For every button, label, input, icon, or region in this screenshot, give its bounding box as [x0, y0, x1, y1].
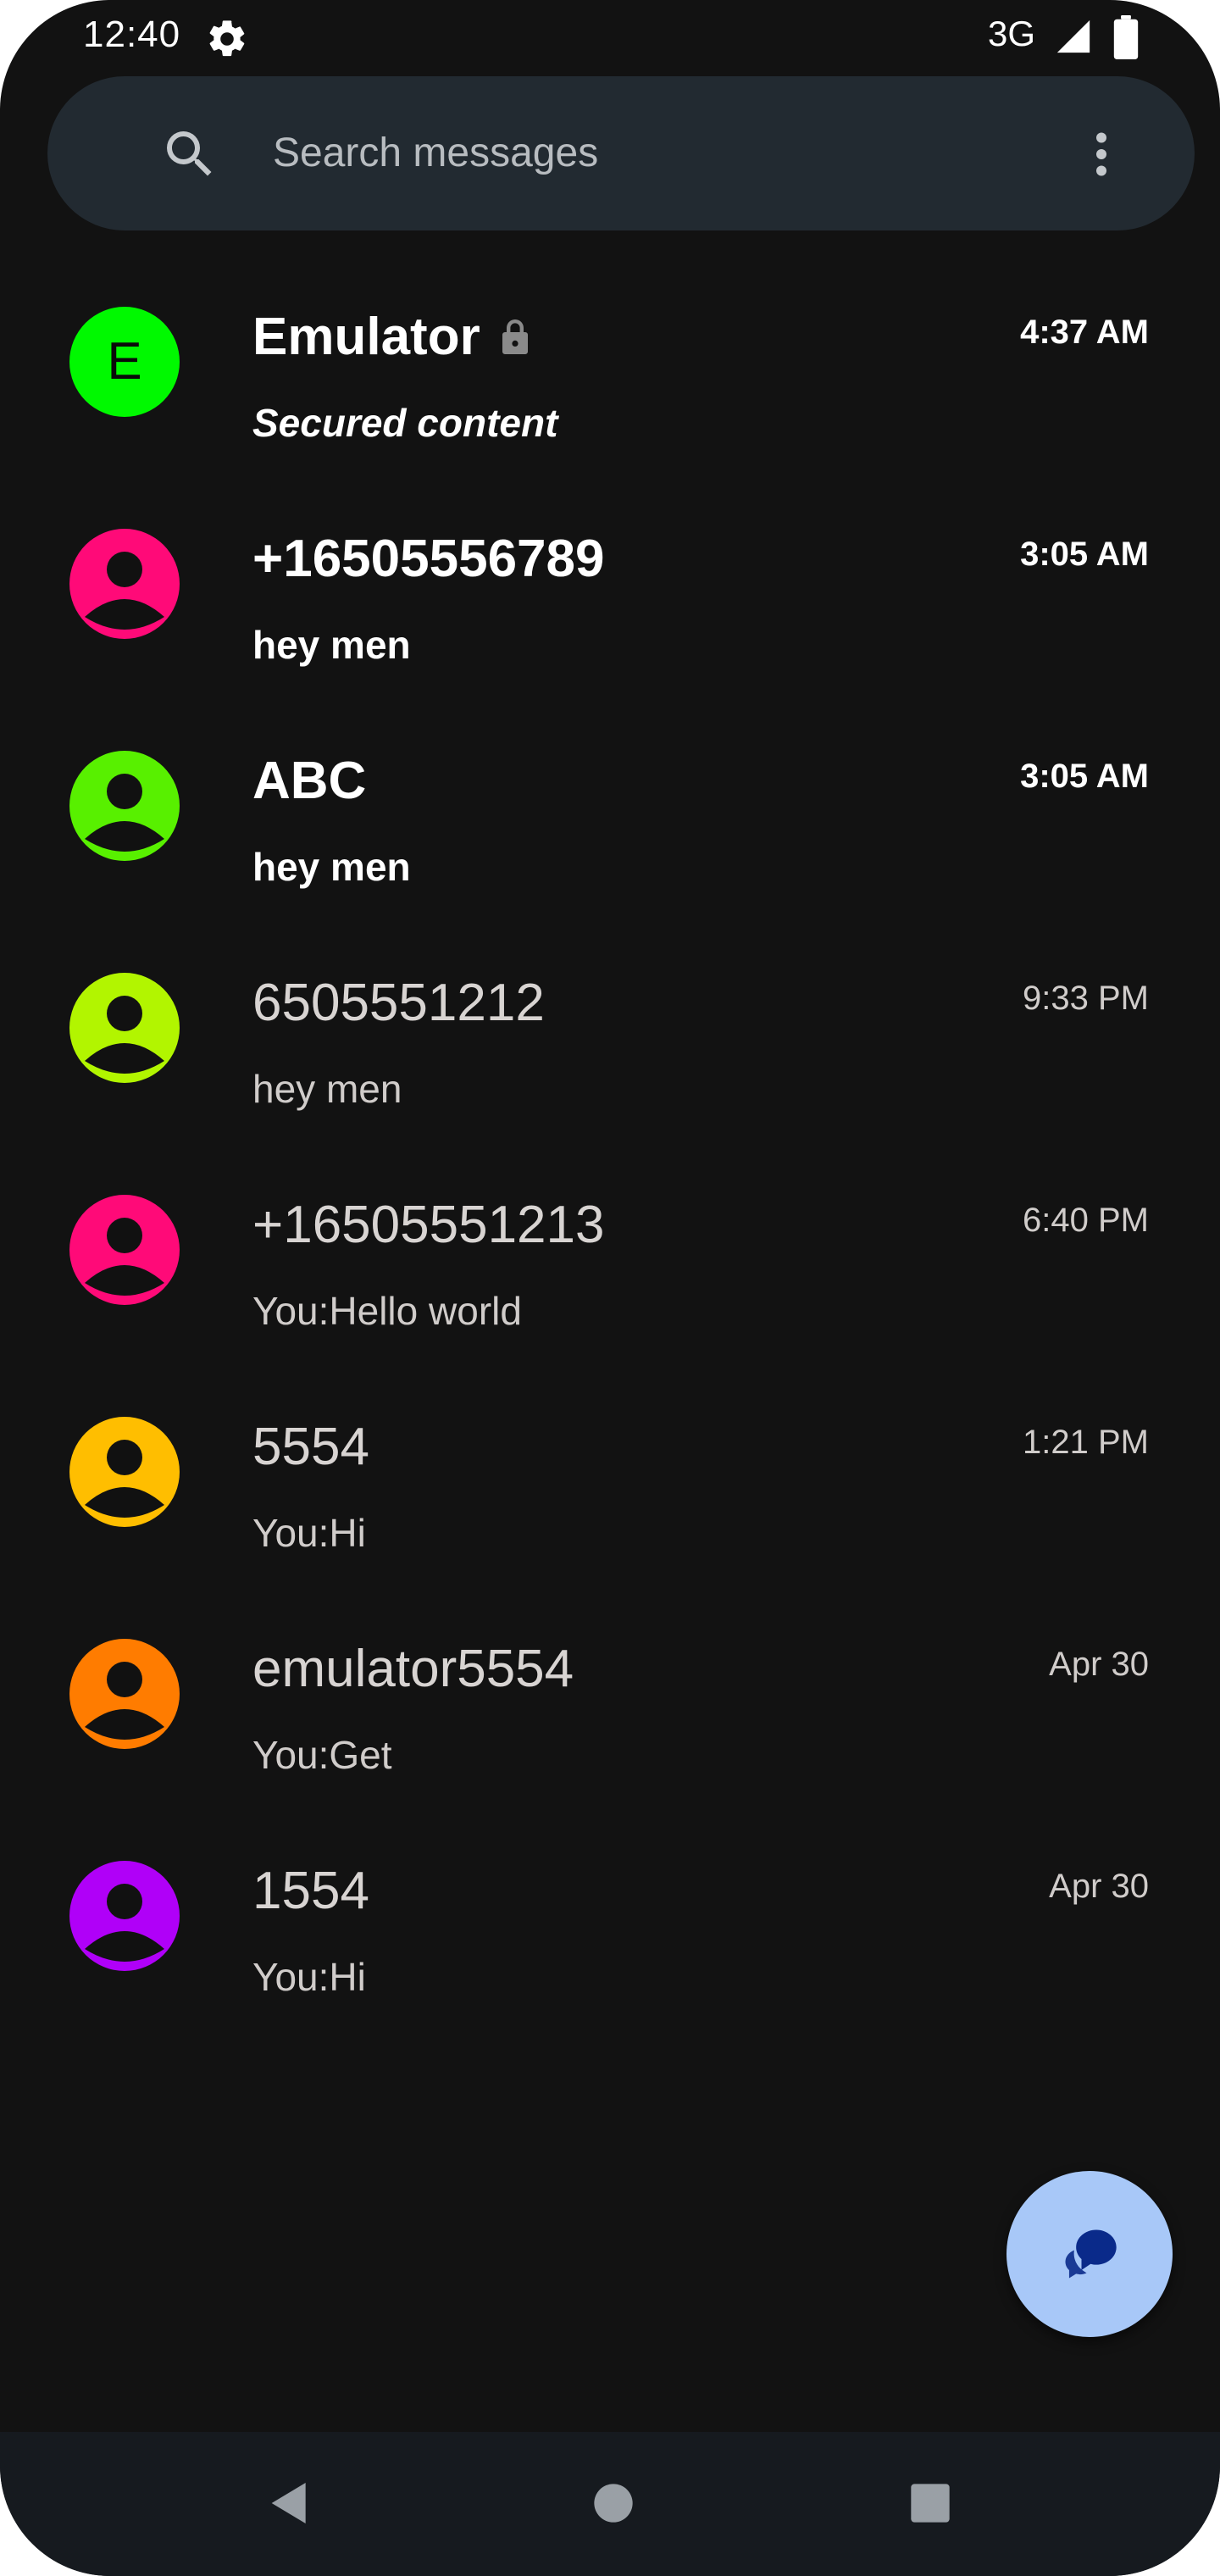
avatar[interactable]	[69, 529, 180, 639]
conversation-row[interactable]: +16505551213 You:Hello world 6:40 PM	[0, 1142, 1220, 1364]
conversation-snippet: You:Hello world	[252, 1289, 522, 1333]
conversation-snippet: Secured content	[252, 401, 558, 445]
conversation-snippet: hey men	[252, 623, 411, 667]
navigation-bar	[0, 2432, 1220, 2576]
conversation-name: emulator5554	[252, 1640, 574, 1698]
conversation-time: 1:21 PM	[1023, 1424, 1149, 1461]
avatar[interactable]	[69, 973, 180, 1083]
conversation-name: 5554	[252, 1418, 369, 1476]
conversation-name: Emulator	[252, 307, 531, 367]
person-icon	[85, 1662, 164, 1740]
gear-icon	[209, 20, 245, 57]
back-icon[interactable]	[263, 2476, 317, 2530]
avatar-letter: E	[107, 332, 142, 391]
conversation-row[interactable]: 6505551212 hey men 9:33 PM	[0, 920, 1220, 1142]
status-bar: 12:40 3G	[0, 0, 1220, 75]
conversation-name: ABC	[252, 752, 367, 810]
conversation-name: 6505551212	[252, 974, 545, 1032]
conversation-time: 6:40 PM	[1023, 1202, 1149, 1239]
recents-icon[interactable]	[903, 2476, 957, 2530]
conversation-list[interactable]: E Emulator Secured content 4:37 AM +1650…	[0, 254, 1220, 2423]
person-icon	[85, 1884, 164, 1962]
conversation-row[interactable]: 5554 You:Hi 1:21 PM	[0, 1364, 1220, 1586]
conversation-time: 3:05 AM	[1020, 536, 1149, 573]
avatar[interactable]	[69, 1195, 180, 1305]
avatar[interactable]	[69, 751, 180, 861]
start-chat-icon	[1065, 2229, 1117, 2279]
start-chat-button[interactable]	[1006, 2171, 1173, 2337]
conversation-row[interactable]: ABC hey men 3:05 AM	[0, 698, 1220, 920]
person-icon	[85, 1440, 164, 1518]
conversation-row[interactable]: E Emulator Secured content 4:37 AM	[0, 254, 1220, 476]
avatar[interactable]	[69, 1639, 180, 1749]
phone-screen: 12:40 3G E Emulator Secur	[0, 0, 1220, 2576]
conversation-time: 4:37 AM	[1020, 314, 1149, 351]
signal-icon	[1056, 19, 1090, 53]
conversation-time: 3:05 AM	[1020, 758, 1149, 795]
conversation-name: +16505556789	[252, 530, 605, 588]
status-time: 12:40	[83, 14, 181, 55]
home-icon[interactable]	[586, 2476, 640, 2530]
conversation-time: Apr 30	[1049, 1646, 1149, 1683]
battery-icon	[1113, 15, 1139, 59]
conversation-time: 9:33 PM	[1023, 980, 1149, 1017]
conversation-snippet: You:Hi	[252, 1511, 366, 1555]
person-icon	[85, 552, 164, 630]
avatar[interactable]	[69, 1417, 180, 1527]
avatar[interactable]	[69, 1861, 180, 1971]
more-options-icon[interactable]	[1071, 124, 1132, 185]
person-icon	[85, 996, 164, 1074]
conversation-row[interactable]: +16505556789 hey men 3:05 AM	[0, 476, 1220, 698]
conversation-name: 1554	[252, 1862, 369, 1920]
conversation-time: Apr 30	[1049, 1868, 1149, 1905]
person-icon	[85, 774, 164, 852]
lock-icon	[502, 319, 528, 354]
conversation-name-text: Emulator	[252, 308, 480, 366]
search-icon[interactable]	[159, 124, 220, 185]
conversation-row[interactable]: emulator5554 You:Get Apr 30	[0, 1586, 1220, 1808]
conversation-snippet: You:Get	[252, 1733, 392, 1777]
conversation-snippet: hey men	[252, 1067, 402, 1111]
conversation-snippet: hey men	[252, 845, 411, 889]
avatar[interactable]: E	[69, 307, 180, 417]
conversation-row[interactable]: 1554 You:Hi Apr 30	[0, 1808, 1220, 2030]
search-bar[interactable]	[47, 76, 1195, 230]
conversation-snippet: You:Hi	[252, 1955, 366, 1999]
search-input[interactable]	[273, 110, 1035, 195]
network-type: 3G	[988, 14, 1036, 53]
person-icon	[85, 1218, 164, 1296]
conversation-name: +16505551213	[252, 1196, 605, 1254]
